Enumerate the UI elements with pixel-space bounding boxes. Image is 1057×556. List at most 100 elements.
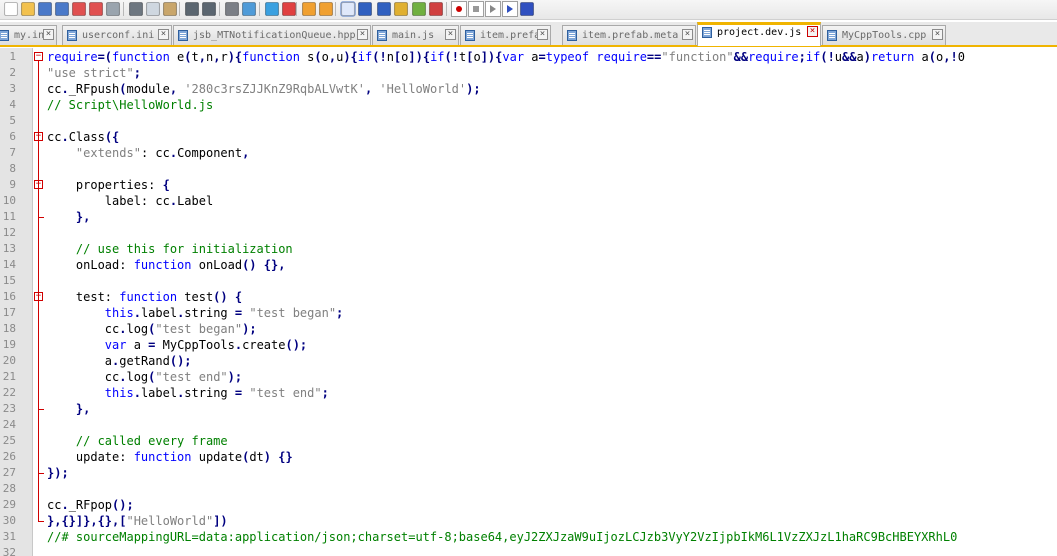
print-icon[interactable]	[106, 2, 120, 16]
close-tab-icon[interactable]: ×	[682, 29, 693, 40]
redo-icon[interactable]	[202, 2, 216, 16]
play-macro-icon[interactable]	[485, 1, 501, 17]
doc-map-icon[interactable]	[412, 2, 426, 16]
code-text[interactable]: cc._RFpop();	[47, 497, 134, 513]
code-line[interactable]: 22 this.label.string = "test end";	[0, 385, 1057, 401]
code-line[interactable]: 19 var a = MyCppTools.create();	[0, 337, 1057, 353]
close-tab-icon[interactable]: ×	[158, 29, 169, 40]
code-line[interactable]: 3 cc._RFpush(module, '280c3rsZJJKnZ9RqbAL…	[0, 81, 1057, 97]
code-text[interactable]: // called every frame	[47, 433, 228, 449]
code-text[interactable]: },{}]},{},["HelloWorld"])	[47, 513, 228, 529]
code-line[interactable]: 2 "use strict";	[0, 65, 1057, 81]
close-tab-icon[interactable]: ×	[807, 26, 818, 37]
code-line[interactable]: 17 this.label.string = "test began";	[0, 305, 1057, 321]
close-tab-icon[interactable]: ×	[357, 29, 368, 40]
code-line[interactable]: 32	[0, 545, 1057, 556]
code-line[interactable]: 27});	[0, 465, 1057, 481]
code-line[interactable]: 6 cc.Class({	[0, 129, 1057, 145]
code-line[interactable]: 11 },	[0, 209, 1057, 225]
code-line[interactable]: 18 cc.log("test began");	[0, 321, 1057, 337]
record-macro-icon[interactable]	[451, 1, 467, 17]
code-line[interactable]: 4 // Script\HelloWorld.js	[0, 97, 1057, 113]
code-line[interactable]: 15	[0, 273, 1057, 289]
show-all-characters-icon[interactable]	[358, 2, 372, 16]
code-text[interactable]: this.label.string = "test end";	[47, 385, 329, 401]
code-line[interactable]: 20 a.getRand();	[0, 353, 1057, 369]
close-all-icon[interactable]	[89, 2, 103, 16]
code-text[interactable]: properties: {	[47, 177, 170, 193]
tab-jsb-mtnotificationqueue-hpp[interactable]: jsb_MTNotificationQueue.hpp ×	[173, 25, 371, 45]
code-text[interactable]: "extends": cc.Component,	[47, 145, 249, 161]
find-icon[interactable]	[225, 2, 239, 16]
code-line[interactable]: 24	[0, 417, 1057, 433]
code-text[interactable]: cc._RFpush(module, '280c3rsZJJKnZ9RqbALV…	[47, 81, 481, 97]
stop-recording-icon[interactable]	[468, 1, 484, 17]
indent-guide-icon[interactable]	[377, 2, 391, 16]
tab-userconf-ini[interactable]: userconf.ini ×	[62, 25, 172, 45]
sync-horizontal-icon[interactable]	[319, 2, 333, 16]
code-line[interactable]: 10 label: cc.Label	[0, 193, 1057, 209]
code-text[interactable]: //# sourceMappingURL=data:application/js…	[47, 529, 957, 545]
code-text[interactable]: this.label.string = "test began";	[47, 305, 343, 321]
tab-item-prefab-meta[interactable]: item.prefab.meta ×	[562, 25, 696, 45]
code-line[interactable]: 25 // called every frame	[0, 433, 1057, 449]
code-line[interactable]: 28	[0, 481, 1057, 497]
close-tab-icon[interactable]: ×	[537, 29, 548, 40]
code-line[interactable]: 23 },	[0, 401, 1057, 417]
code-line[interactable]: 14 onLoad: function onLoad() {},	[0, 257, 1057, 273]
tab-my-ini[interactable]: my.ini ×	[0, 25, 57, 45]
code-text[interactable]: });	[47, 465, 69, 481]
code-line[interactable]: 29 cc._RFpop();	[0, 497, 1057, 513]
replace-icon[interactable]	[242, 2, 256, 16]
tab-mycpptools-cpp[interactable]: MyCppTools.cpp ×	[822, 25, 946, 45]
code-line[interactable]: 31 //# sourceMappingURL=data:application/…	[0, 529, 1057, 545]
code-text[interactable]: var a = MyCppTools.create();	[47, 337, 307, 353]
code-line[interactable]: 16 test: function test() {	[0, 289, 1057, 305]
code-text[interactable]: "use strict";	[47, 65, 141, 81]
copy-icon[interactable]	[146, 2, 160, 16]
code-line[interactable]: 13 // use this for initialization	[0, 241, 1057, 257]
code-text[interactable]: // use this for initialization	[47, 241, 293, 257]
run-macro-multiple-icon[interactable]	[502, 1, 518, 17]
code-line[interactable]: 12	[0, 225, 1057, 241]
tab-project-dev-js[interactable]: project.dev.js ×	[697, 22, 821, 46]
zoom-in-icon[interactable]	[265, 2, 279, 16]
code-text[interactable]: a.getRand();	[47, 353, 192, 369]
user-language-icon[interactable]	[394, 2, 408, 16]
new-file-icon[interactable]	[4, 2, 18, 16]
code-text[interactable]: // Script\HelloWorld.js	[47, 97, 213, 113]
code-text[interactable]: onLoad: function onLoad() {},	[47, 257, 286, 273]
cut-icon[interactable]	[129, 2, 143, 16]
save-icon[interactable]	[38, 2, 52, 16]
fold-toggle-icon[interactable]: −	[34, 52, 43, 61]
close-icon[interactable]	[72, 2, 86, 16]
code-line[interactable]: 7 "extends": cc.Component,	[0, 145, 1057, 161]
code-text[interactable]: },	[47, 209, 90, 225]
code-text[interactable]: label: cc.Label	[47, 193, 213, 209]
code-text[interactable]: require=(function e(t,n,r){function s(o,…	[47, 49, 965, 65]
save-all-icon[interactable]	[55, 2, 69, 16]
code-line[interactable]: 5	[0, 113, 1057, 129]
paste-icon[interactable]	[163, 2, 177, 16]
code-line[interactable]: 1 require=(function e(t,n,r){function s(o…	[0, 49, 1057, 65]
code-text[interactable]: cc.log("test began");	[47, 321, 257, 337]
code-line[interactable]: 30},{}]},{},["HelloWorld"])	[0, 513, 1057, 529]
code-line[interactable]: 26 update: function update(dt) {}	[0, 449, 1057, 465]
code-line[interactable]: 8	[0, 161, 1057, 177]
code-text[interactable]: update: function update(dt) {}	[47, 449, 293, 465]
code-text[interactable]: },	[47, 401, 90, 417]
word-wrap-icon[interactable]	[340, 1, 356, 17]
close-tab-icon[interactable]: ×	[932, 29, 943, 40]
undo-icon[interactable]	[185, 2, 199, 16]
zoom-out-icon[interactable]	[282, 2, 296, 16]
tab-main-js[interactable]: main.js ×	[372, 25, 459, 45]
close-tab-icon[interactable]: ×	[445, 29, 456, 40]
sync-vertical-icon[interactable]	[302, 2, 316, 16]
function-list-icon[interactable]	[429, 2, 443, 16]
code-text[interactable]: cc.log("test end");	[47, 369, 242, 385]
code-line[interactable]: 21 cc.log("test end");	[0, 369, 1057, 385]
code-line[interactable]: 9 properties: {	[0, 177, 1057, 193]
code-editor[interactable]: 1 require=(function e(t,n,r){function s(o…	[0, 48, 1057, 556]
close-tab-icon[interactable]: ×	[43, 29, 54, 40]
code-text[interactable]: cc.Class({	[47, 129, 119, 145]
